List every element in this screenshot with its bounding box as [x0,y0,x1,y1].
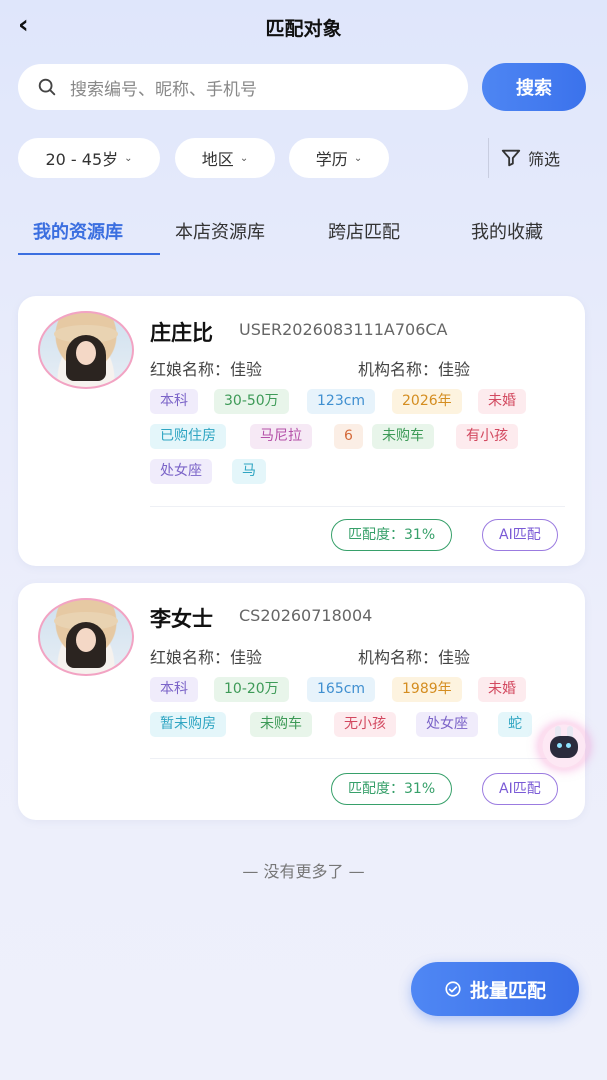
search-button[interactable]: 搜索 [482,63,586,111]
tag-extra: 6 [334,424,363,449]
ai-match-button[interactable]: AI匹配 [482,773,558,805]
profile-card[interactable]: 李女士 CS20260718004 红娘名称：佳验 机构名称：佳验 本科 10-… [18,583,585,820]
assistant-robot-icon[interactable] [538,722,590,770]
tag-children: 有小孩 [456,424,518,449]
tag-location: 马尼拉 [250,424,312,449]
batch-match-button[interactable]: 批量匹配 [411,962,579,1016]
tag-housing: 已购住房 [150,424,226,449]
funnel-icon [501,149,521,167]
profile-id: CS20260718004 [239,606,373,625]
card-divider [150,758,565,759]
tag-income: 10-20万 [214,677,289,702]
age-filter[interactable]: 20 - 45岁 ⌄ [18,138,160,178]
avatar [38,311,134,389]
search-icon [38,78,56,96]
age-filter-label: 20 - 45岁 [45,150,119,169]
tag-birth-year: 2026年 [392,389,462,414]
tag-chinese-zodiac: 蛇 [498,712,532,737]
agency-name: 机构名称：佳验 [358,648,471,667]
tag-education: 本科 [150,677,198,702]
tag-children: 无小孩 [334,712,396,737]
tag-education: 本科 [150,389,198,414]
chevron-down-icon: ⌄ [239,152,249,164]
profile-name: 庄庄比 [150,321,213,345]
profile-name: 李女士 [150,607,213,631]
no-more-indicator: — 没有更多了 — [242,862,365,881]
agency-name: 机构名称：佳验 [358,360,471,379]
education-filter-label: 学历 [315,150,348,169]
tag-zodiac: 处女座 [416,712,478,737]
tab-favorites[interactable]: 我的收藏 [471,218,543,244]
avatar [38,598,134,676]
ai-match-button[interactable]: AI匹配 [482,519,558,551]
tag-housing: 暂未购房 [150,712,226,737]
tag-height: 165cm [307,677,376,702]
tag-zodiac: 处女座 [150,459,212,484]
tag-income: 30-50万 [214,389,289,414]
tag-car: 未购车 [250,712,312,737]
tab-my-resources[interactable]: 我的资源库 [33,218,123,244]
tag-chinese-zodiac: 马 [232,459,266,484]
batch-match-label: 批量匹配 [469,979,546,1002]
match-rate-badge: 匹配度：31% [331,773,453,805]
more-filter-label: 筛选 [528,150,561,169]
filter-divider [488,138,489,178]
profile-card[interactable]: 庄庄比 USER2026083111A706CA 红娘名称：佳验 机构名称：佳验… [18,296,585,566]
region-filter-label: 地区 [201,150,234,169]
search-placeholder: 搜索编号、昵称、手机号 [70,79,257,100]
tag-height: 123cm [307,389,376,414]
education-filter[interactable]: 学历 ⌄ [289,138,389,178]
matchmaker-name: 红娘名称：佳验 [150,648,263,667]
tag-birth-year: 1989年 [392,677,462,702]
match-rate-badge: 匹配度：31% [331,519,453,551]
matchmaker-name: 红娘名称：佳验 [150,360,263,379]
tab-active-indicator [18,253,160,255]
more-filter-button[interactable]: 筛选 [500,146,560,170]
tab-cross-store[interactable]: 跨店匹配 [328,218,400,244]
card-divider [150,506,565,507]
profile-id: USER2026083111A706CA [239,320,448,339]
page-title: 匹配对象 [265,18,342,40]
check-circle-icon [445,981,461,997]
search-input[interactable]: 搜索编号、昵称、手机号 [18,64,468,110]
tag-marital: 未婚 [478,389,526,414]
chevron-down-icon: ⌄ [353,152,363,164]
region-filter[interactable]: 地区 ⌄ [175,138,275,178]
tag-car: 未购车 [372,424,434,449]
chevron-down-icon: ⌄ [124,152,133,164]
tag-marital: 未婚 [478,677,526,702]
tab-store-resources[interactable]: 本店资源库 [175,218,265,244]
header-bar: ‹ 匹配对象 [0,0,607,54]
